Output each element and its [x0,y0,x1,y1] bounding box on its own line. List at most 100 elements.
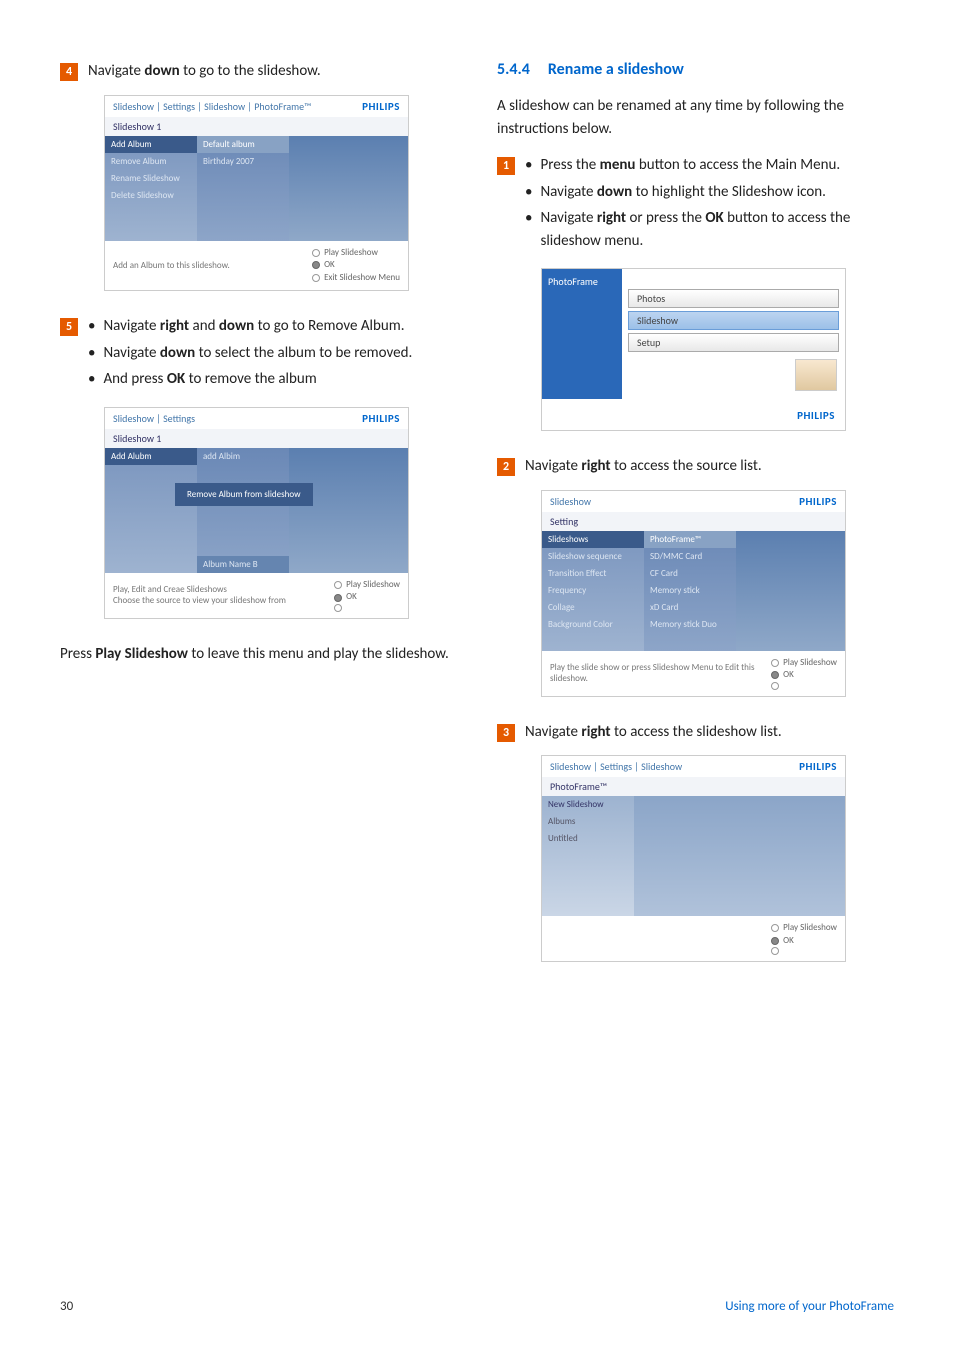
text: Navigate [540,183,596,201]
bullet-item: And press OK to remove the album [88,368,457,391]
menu-item[interactable]: Slideshows [542,531,644,548]
menu-left-col: New Slideshow Albums Untitled [542,796,634,916]
album-name-footer: Album Name B [197,556,289,573]
controls-legend: Play Slideshow OK [771,657,837,690]
controls-legend: Play Slideshow OK [771,922,837,955]
subheading: Slideshow 1 [105,117,408,136]
philips-logo: PHILIPS [797,409,835,422]
footer-section-title: Using more of your PhotoFrame [725,1299,894,1314]
step-4-text: Navigate down to go to the slideshow. [88,60,321,83]
menu-item[interactable]: Transition Effect [542,565,644,582]
bold-text: menu [600,156,636,174]
control-label: Play Slideshow [324,247,378,260]
menu-item[interactable]: CF Card [644,565,736,582]
control-label: OK [346,591,357,604]
text: Navigate [540,209,596,227]
menu-item[interactable]: Add Album [105,136,197,153]
text: to go to the slideshow. [180,62,321,80]
menu-item[interactable]: New Slideshow [542,796,634,813]
text: Navigate [103,317,159,335]
control-label: Play Slideshow [783,922,837,935]
step-3-text: Navigate right to access the slideshow l… [525,721,782,744]
page-number: 30 [60,1299,73,1314]
text: or press the [626,209,705,227]
step-number-badge: 5 [60,318,78,336]
menu-mid-col: add Albim [197,448,289,573]
bold-text: down [597,183,632,201]
subheading: Slideshow 1 [105,429,408,448]
bold-text: Play Slideshow [95,645,188,663]
text: And press [103,370,166,388]
menu-item[interactable]: Rename Slideshow [105,170,197,187]
main-menu-button[interactable]: Slideshow [628,311,839,330]
bold-text: down [160,344,195,362]
subheading: Setting [542,512,845,531]
text: to remove the album [185,370,317,388]
screenshot-remove-album: Slideshow | Settings PHILIPS Slideshow 1… [104,407,409,619]
step-5: 5 Navigate right and down to go to Remov… [60,315,457,395]
breadcrumb: Slideshow | Settings [105,408,203,429]
main-menu-button[interactable]: Setup [628,333,839,352]
menu-item[interactable]: Birthday 2007 [197,153,289,170]
menu-item[interactable]: Memory stick Duo [644,616,736,633]
bullet-item: Navigate right or press the OK button to… [525,207,894,252]
screenshot-main-menu: PhotoFrame Photos Slideshow Setup PHILIP… [541,268,846,431]
step-3: 3 Navigate right to access the slideshow… [497,721,894,744]
bold-text: right [581,723,610,741]
menu-item[interactable]: PhotoFrame™ [644,531,736,548]
menu-item[interactable]: Slideshow sequence [542,548,644,565]
bold-text: right [160,317,189,335]
menu-item[interactable]: Default album [197,136,289,153]
philips-logo: PHILIPS [362,412,408,425]
philips-logo: PHILIPS [799,760,845,773]
step-2-text: Navigate right to access the source list… [525,455,762,478]
text: to access the slideshow list. [611,723,782,741]
breadcrumb: Slideshow [542,491,599,512]
control-label: OK [783,669,794,682]
step-number-badge: 3 [497,724,515,742]
text: and [189,317,219,335]
intro-paragraph: A slideshow can be renamed at any time b… [497,95,894,140]
section-heading: 5.4.4Rename a slideshow [497,60,894,79]
screenshot-source-list: Slideshow PHILIPS Setting Slideshows Sli… [541,490,846,697]
bold-text: down [144,62,179,80]
section-number: 5.4.4 [497,60,530,79]
main-menu-button[interactable]: Photos [628,289,839,308]
menu-item[interactable]: Background Color [542,616,644,633]
help-text: Play the slide show or press Slideshow M… [550,662,765,684]
help-text: Add an Album to this slideshow. [113,260,306,271]
philips-logo: PHILIPS [799,495,845,508]
text: button to access the Main Menu. [635,156,840,174]
menu-item[interactable]: Add Alubm [105,448,197,465]
screenshot-slideshow-list: Slideshow | Settings | Slideshow PHILIPS… [541,755,846,962]
text: Navigate [88,62,144,80]
control-label: Play Slideshow [783,657,837,670]
step-number-badge: 1 [497,157,515,175]
controls-legend: Play Slideshow OK Exit Slideshow Menu [312,247,400,285]
step-4: 4 Navigate down to go to the slideshow. [60,60,457,83]
menu-item[interactable]: xD Card [644,599,736,616]
menu-item[interactable]: Collage [542,599,644,616]
menu-item[interactable]: SD/MMC Card [644,548,736,565]
philips-logo: PHILIPS [362,100,408,113]
menu-item[interactable]: Remove Album [105,153,197,170]
frame-main: Photos Slideshow Setup [622,269,845,399]
bullet-item: Navigate right and down to go to Remove … [88,315,457,338]
menu-left-col: Add Alubm [105,448,197,573]
menu-item[interactable]: Untitled [542,830,634,847]
text: to select the album to be removed. [195,344,412,362]
control-label: Exit Slideshow Menu [324,272,400,285]
page-footer: 30 Using more of your PhotoFrame [60,1299,894,1314]
control-label: OK [324,259,335,272]
menu-item[interactable]: Memory stick [644,582,736,599]
menu-item[interactable]: Albums [542,813,634,830]
thumbnail-preview [795,359,837,391]
breadcrumb: Slideshow | Settings | Slideshow | Photo… [105,96,319,117]
text: Press the [540,156,599,174]
menu-item[interactable]: Frequency [542,582,644,599]
step-number-badge: 4 [60,63,78,81]
menu-item[interactable]: add Albim [197,448,289,465]
menu-item[interactable]: Delete Slideshow [105,187,197,204]
bold-text: right [597,209,626,227]
popup-message: Remove Album from slideshow [175,483,313,506]
